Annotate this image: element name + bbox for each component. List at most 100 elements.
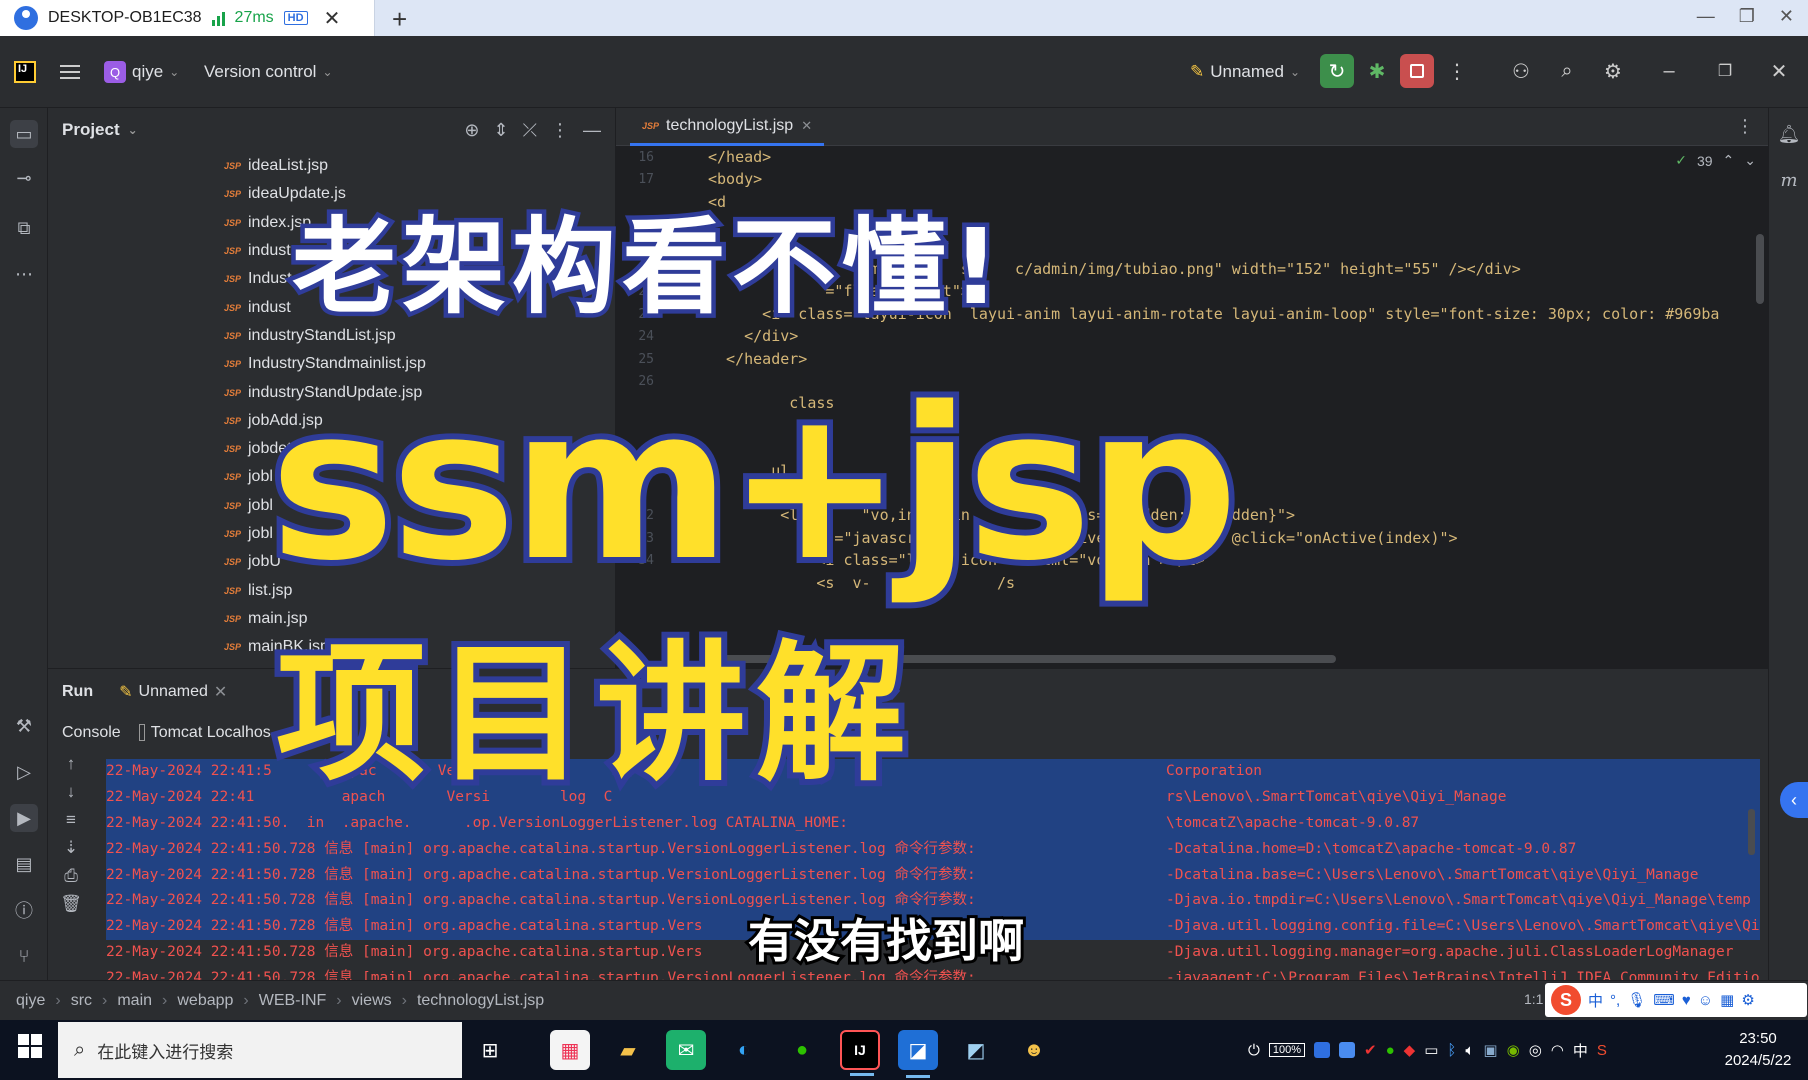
wifi-icon[interactable]: ◠ <box>1551 1041 1564 1059</box>
minimize-icon[interactable]: — <box>1697 6 1715 27</box>
search-everywhere-button[interactable]: ⌕ <box>1550 54 1584 88</box>
edge-browser-icon[interactable]: ◐ <box>724 1030 764 1070</box>
skin-icon[interactable]: ♥ <box>1682 992 1691 1009</box>
vertical-scrollbar[interactable] <box>1756 234 1764 304</box>
ime-lang[interactable]: 中 <box>1588 990 1603 1011</box>
ide-minimize-button[interactable]: – <box>1652 54 1686 88</box>
project-panel-header[interactable]: Project ⌄ <box>62 108 138 152</box>
tray-battery-icon[interactable]: ▭ <box>1424 1041 1438 1059</box>
close-icon[interactable]: ✕ <box>1779 6 1794 27</box>
volume-icon[interactable]: 🔈︎ <box>1465 1042 1474 1059</box>
code-with-me-button[interactable]: ⚇ <box>1504 54 1538 88</box>
ime-settings-icon[interactable]: ⚙ <box>1741 991 1754 1009</box>
main-menu-button[interactable] <box>60 36 80 108</box>
microphone-icon[interactable]: 🎙︎ <box>1627 991 1646 1009</box>
tray-shield-icon[interactable] <box>1339 1042 1356 1058</box>
arrow-down-icon[interactable]: ↓ <box>58 779 84 805</box>
side-panel-toggle[interactable]: ‹ <box>1780 782 1808 818</box>
console-scrollbar[interactable] <box>1748 809 1755 855</box>
breadcrumb-item[interactable]: WEB-INF <box>259 992 327 1010</box>
expand-all-icon[interactable]: ⇕ <box>494 120 509 141</box>
close-tab-icon[interactable]: ✕ <box>324 6 341 31</box>
locate-icon[interactable]: ⊕ <box>464 120 479 141</box>
breadcrumb-item[interactable]: views <box>352 992 392 1010</box>
breadcrumb-item[interactable]: qiye <box>16 992 45 1010</box>
caret-position[interactable]: 1:1 <box>1524 991 1543 1007</box>
battery-indicator[interactable]: 100% <box>1268 1043 1306 1057</box>
settings-button[interactable]: ⚙ <box>1596 54 1630 88</box>
notes-app-icon[interactable]: ◩ <box>956 1030 996 1070</box>
notifications-icon[interactable]: 🔔︎ <box>1775 120 1803 148</box>
new-tab-icon[interactable]: + <box>392 4 407 35</box>
sogou-tray-icon[interactable]: S <box>1597 1042 1607 1059</box>
close-tab-icon[interactable]: ✕ <box>214 682 227 702</box>
console-line[interactable]: 22-May-2024 22:41:50. in .apache. .op.Ve… <box>106 810 1760 837</box>
git-tool-icon[interactable]: ⑂ <box>10 942 38 970</box>
more-actions-button[interactable]: ⋮ <box>1440 54 1474 88</box>
console-line[interactable]: 22-May-2024 22:41:50.728 信息 [main] org.a… <box>106 862 1760 889</box>
power-icon[interactable]: ⏻ <box>1248 1042 1260 1059</box>
input-language-indicator[interactable]: 中 <box>1573 1040 1588 1061</box>
close-tab-icon[interactable]: ✕ <box>801 118 812 134</box>
code-line[interactable]: </head> <box>708 148 771 166</box>
ide-restore-button[interactable]: ❐ <box>1708 54 1742 88</box>
tray-security-icon[interactable]: ◆ <box>1404 1041 1416 1059</box>
ime-toolbar[interactable]: S 中 °, 🎙︎ ⌨ ♥ ☺ ▦ ⚙ <box>1545 983 1807 1017</box>
project-tool-icon[interactable]: ▭ <box>10 120 38 148</box>
steam-icon[interactable]: ◎ <box>1529 1041 1542 1059</box>
taskbar-clock[interactable]: 23:50 2024/5/22 <box>1710 1020 1806 1080</box>
tray-app-icon[interactable] <box>1314 1042 1331 1058</box>
project-selector[interactable]: Q qiye ⌄ <box>104 36 179 108</box>
remote-app-icon[interactable]: ◪ <box>898 1030 938 1078</box>
remote-session-tab[interactable]: DESKTOP-OB1EC38 27ms HD ✕ <box>0 0 375 36</box>
tab-tomcat-localhost[interactable]: Tomcat Localhos <box>138 724 271 742</box>
tray-wechat-icon[interactable]: ● <box>1386 1042 1395 1059</box>
rerun-button[interactable]: ↻ <box>1320 54 1354 88</box>
breadcrumb-item[interactable]: webapp <box>177 992 233 1010</box>
tray-misc-icon[interactable]: ▣ <box>1483 1041 1497 1059</box>
ide-logo[interactable] <box>14 36 36 108</box>
ime-punct[interactable]: °, <box>1610 992 1620 1009</box>
task-view-icon[interactable]: ⊞ <box>470 1030 510 1070</box>
trash-icon[interactable]: 🗑︎ <box>58 891 84 917</box>
bluetooth-icon[interactable]: ᛒ <box>1447 1042 1456 1059</box>
scroll-to-end-icon[interactable]: ⇣ <box>58 835 84 861</box>
structure-tool-icon[interactable]: ⧉ <box>10 214 38 242</box>
file-explorer-icon[interactable]: ▰ <box>608 1030 648 1070</box>
breadcrumb-item[interactable]: src <box>71 992 92 1010</box>
arrow-up-icon[interactable]: ↑ <box>58 751 84 777</box>
version-control-menu[interactable]: Version control ⌄ <box>204 36 333 108</box>
commit-tool-icon[interactable]: ⊸ <box>10 164 38 192</box>
console-line[interactable]: 22-May-2024 22:41:50.728 信息 [main] org.a… <box>106 836 1760 863</box>
intellij-taskbar-icon[interactable]: IJ <box>840 1030 880 1076</box>
more-tools-icon[interactable]: ⋯ <box>10 260 38 288</box>
store-app-icon[interactable]: ▦ <box>550 1030 590 1070</box>
problems-tool-icon[interactable]: ⓘ <box>10 896 38 924</box>
run-config-tab[interactable]: ✎ Unnamed ✕ <box>119 682 227 702</box>
run-config-selector[interactable]: ✎ Unnamed ⌄ <box>1190 36 1300 108</box>
soft-wrap-icon[interactable]: ≡ <box>58 807 84 833</box>
restore-icon[interactable]: ❐ <box>1739 6 1755 27</box>
taskbar-search-box[interactable]: ⌕ 在此键入进行搜索 <box>58 1022 462 1078</box>
qq-icon[interactable]: ☻ <box>1014 1030 1054 1070</box>
tray-check-icon[interactable]: ✔ <box>1364 1041 1377 1059</box>
build-tool-icon[interactable]: ⚒ <box>10 712 38 740</box>
stop-button[interactable] <box>1400 54 1434 88</box>
run-tool-icon[interactable]: ▶ <box>10 804 38 832</box>
file-tree-item[interactable]: JSP ideaList.jsp <box>224 152 426 180</box>
tab-console[interactable]: Console <box>62 724 121 742</box>
green-app-icon[interactable]: ✉ <box>666 1030 706 1070</box>
windows-start-icon[interactable] <box>18 1034 42 1058</box>
chat-icon[interactable]: ☺ <box>1698 992 1713 1009</box>
maven-icon[interactable]: m <box>1775 166 1803 194</box>
more-vertical-icon[interactable]: ⋮ <box>551 120 569 141</box>
tab-options-icon[interactable]: ⋮ <box>1736 116 1754 137</box>
terminal-tool-icon[interactable]: ▤ <box>10 850 38 878</box>
hide-panel-icon[interactable]: — <box>583 120 601 141</box>
wechat-icon[interactable]: ● <box>782 1030 822 1070</box>
tray-nvidia-icon[interactable]: ◉ <box>1507 1041 1520 1059</box>
editor-tab-active[interactable]: JSP technologyList.jsp ✕ <box>630 108 825 146</box>
ide-close-button[interactable]: ✕ <box>1762 54 1796 88</box>
grid-icon[interactable]: ▦ <box>1720 991 1734 1009</box>
breadcrumb-item[interactable]: main <box>117 992 152 1010</box>
